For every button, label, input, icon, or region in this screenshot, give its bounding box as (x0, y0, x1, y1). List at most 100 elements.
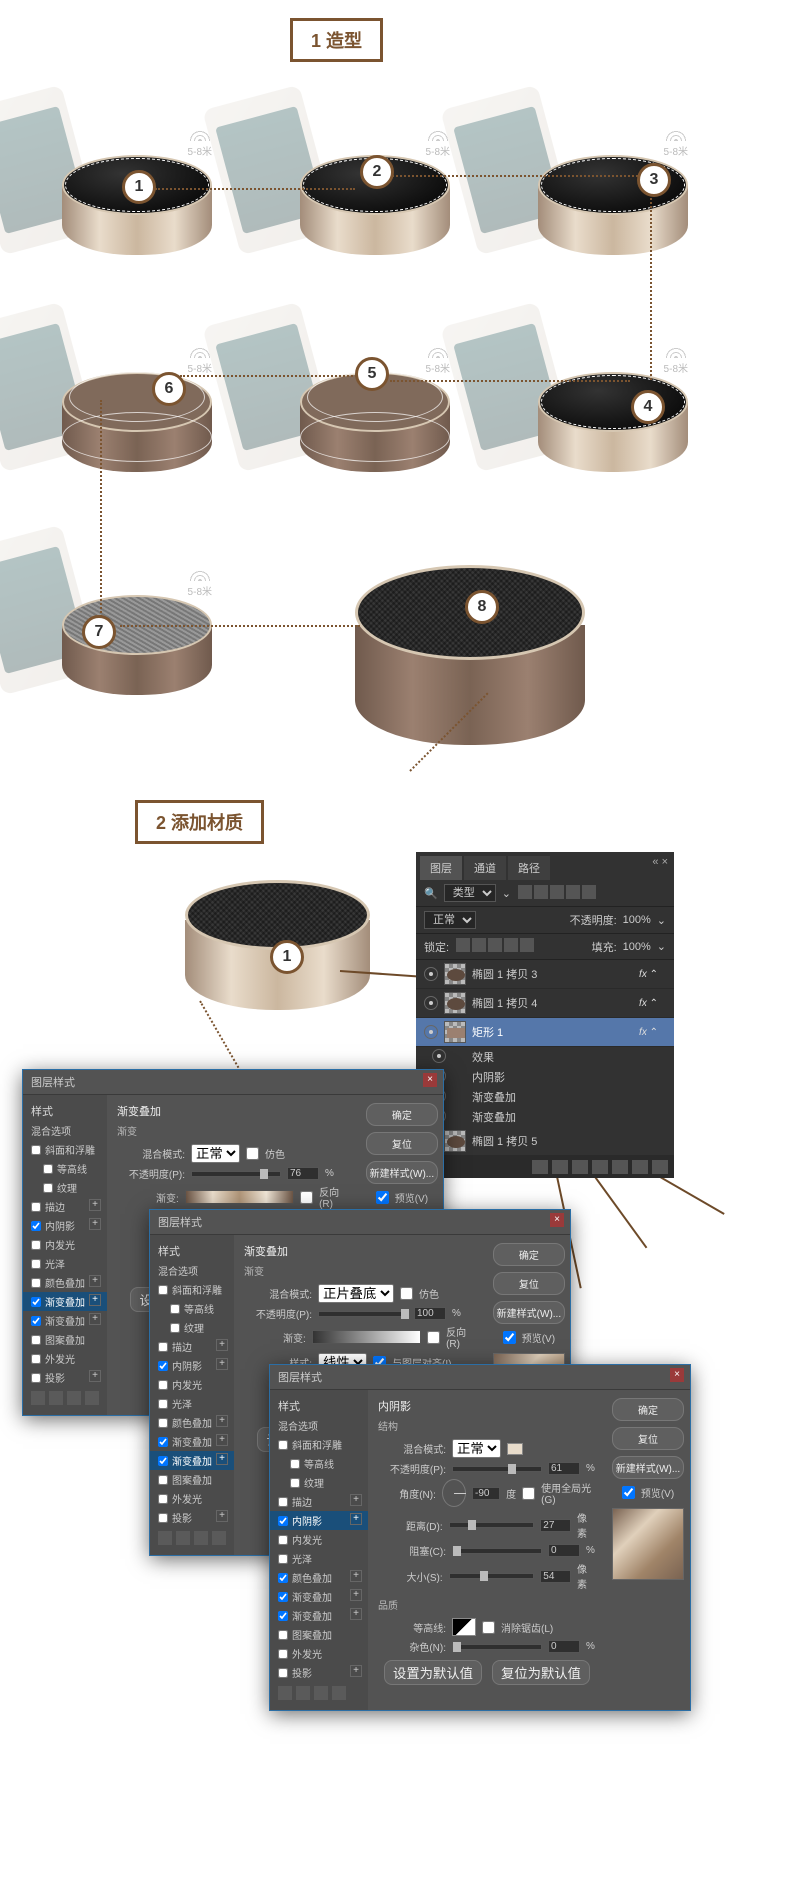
checkbox[interactable] (43, 1164, 53, 1174)
checkbox[interactable] (170, 1323, 180, 1333)
noise-value[interactable]: 0 (548, 1640, 580, 1653)
effect-gradient-overlay[interactable]: 渐变叠加+ (270, 1606, 368, 1625)
effect-pattern-overlay[interactable]: 图案叠加 (150, 1470, 234, 1489)
effect-satin[interactable]: 光泽 (270, 1549, 368, 1568)
trash-icon[interactable] (332, 1686, 346, 1700)
effect-inner-shadow-sel[interactable]: 内阴影+ (270, 1511, 368, 1530)
plus-icon[interactable]: + (350, 1608, 362, 1620)
layer-row[interactable]: 椭圆 1 拷贝 4 fx (416, 989, 674, 1018)
fx-icon[interactable] (158, 1531, 172, 1545)
choke-slider[interactable] (452, 1548, 542, 1554)
opacity-value[interactable]: 76 (287, 1167, 319, 1180)
size-slider[interactable] (449, 1573, 535, 1579)
checkbox[interactable] (158, 1418, 168, 1428)
plus-icon[interactable]: + (350, 1494, 362, 1506)
effect-satin[interactable]: 光泽 (23, 1254, 107, 1273)
checkbox[interactable] (31, 1373, 41, 1383)
effect-inner-glow[interactable]: 内发光 (270, 1530, 368, 1549)
effect-outer-glow[interactable]: 外发光 (23, 1349, 107, 1368)
effect-gradient-overlay[interactable]: 渐变叠加+ (270, 1587, 368, 1606)
plus-icon[interactable]: + (350, 1570, 362, 1582)
plus-icon[interactable]: + (89, 1294, 101, 1306)
checkbox[interactable] (278, 1573, 288, 1583)
plus-icon[interactable]: + (350, 1665, 362, 1677)
effect-item[interactable]: 渐变叠加 (416, 1107, 674, 1127)
plus-icon[interactable]: + (216, 1358, 228, 1370)
checkbox[interactable] (158, 1494, 168, 1504)
trash-icon[interactable] (85, 1391, 99, 1405)
effect-outer-glow[interactable]: 外发光 (150, 1489, 234, 1508)
visibility-eye-icon[interactable] (424, 967, 438, 981)
plus-icon[interactable]: + (350, 1513, 362, 1525)
distance-slider[interactable] (449, 1522, 535, 1528)
checkbox[interactable] (158, 1380, 168, 1390)
layer-style-dialog-3[interactable]: 图层样式 × 样式 混合选项 斜面和浮雕 等高线 纹理 描边+ 内阴影+ 内发光… (270, 1365, 690, 1710)
plus-icon[interactable]: + (216, 1339, 228, 1351)
angle-dial[interactable] (442, 1479, 466, 1507)
effect-texture[interactable]: 纹理 (150, 1318, 234, 1337)
plus-icon[interactable]: + (89, 1313, 101, 1325)
checkbox[interactable] (31, 1259, 41, 1269)
ok-button[interactable]: 确定 (612, 1398, 684, 1421)
blend-mode-select[interactable]: 正片叠底 (318, 1284, 394, 1303)
preview-check[interactable] (376, 1191, 389, 1204)
effect-stroke[interactable]: 描边+ (150, 1337, 234, 1356)
checkbox[interactable] (158, 1437, 168, 1447)
layer-row[interactable]: 椭圆 1 拷贝 5 (416, 1127, 674, 1156)
visibility-eye-icon[interactable] (424, 1025, 438, 1039)
blend-options-item[interactable]: 混合选项 (150, 1261, 234, 1280)
down-icon[interactable] (314, 1686, 328, 1700)
checkbox[interactable] (31, 1354, 41, 1364)
fx-icon[interactable] (552, 1160, 568, 1174)
effect-item[interactable]: 内阴影 (416, 1067, 674, 1087)
effect-stroke[interactable]: 描边+ (23, 1197, 107, 1216)
anti-alias-check[interactable] (482, 1621, 495, 1634)
effect-drop-shadow[interactable]: 投影+ (23, 1368, 107, 1387)
noise-slider[interactable] (452, 1644, 542, 1650)
dither-check[interactable] (400, 1287, 413, 1300)
filter-kind-select[interactable]: 类型 (444, 884, 496, 902)
checkbox[interactable] (278, 1668, 288, 1678)
effect-stroke[interactable]: 描边+ (270, 1492, 368, 1511)
effect-texture[interactable]: 纹理 (270, 1473, 368, 1492)
checkbox[interactable] (158, 1399, 168, 1409)
effect-color-overlay[interactable]: 颜色叠加+ (23, 1273, 107, 1292)
effect-gradient-overlay[interactable]: 渐变叠加+ (150, 1432, 234, 1451)
checkbox[interactable] (43, 1183, 53, 1193)
checkbox[interactable] (31, 1297, 41, 1307)
layer-row[interactable]: 椭圆 1 拷贝 3 fx (416, 960, 674, 989)
fx-indicator[interactable]: fx (639, 1027, 658, 1038)
effect-item[interactable]: 渐变叠加 (416, 1087, 674, 1107)
cancel-button[interactable]: 复位 (493, 1272, 565, 1295)
chevron-down-icon[interactable]: ⌄ (657, 940, 666, 953)
ok-button[interactable]: 确定 (493, 1243, 565, 1266)
visibility-eye-icon[interactable] (424, 996, 438, 1010)
plus-icon[interactable]: + (89, 1218, 101, 1230)
effect-inner-glow[interactable]: 内发光 (150, 1375, 234, 1394)
preview-check[interactable] (622, 1486, 635, 1499)
checkbox[interactable] (158, 1285, 168, 1295)
blend-options-item[interactable]: 混合选项 (270, 1416, 368, 1435)
global-light-check[interactable] (522, 1487, 535, 1500)
checkbox[interactable] (158, 1456, 168, 1466)
plus-icon[interactable]: + (89, 1370, 101, 1382)
contour-picker[interactable] (452, 1618, 476, 1636)
checkbox[interactable] (290, 1459, 300, 1469)
close-icon[interactable]: × (670, 1368, 684, 1382)
new-style-button[interactable]: 新建样式(W)... (493, 1301, 565, 1324)
blend-options-item[interactable]: 混合选项 (23, 1121, 107, 1140)
checkbox[interactable] (31, 1240, 41, 1250)
close-icon[interactable]: × (550, 1213, 564, 1227)
checkbox[interactable] (278, 1497, 288, 1507)
effect-inner-glow[interactable]: 内发光 (23, 1235, 107, 1254)
reverse-check[interactable] (300, 1191, 313, 1204)
plus-icon[interactable]: + (350, 1589, 362, 1601)
effect-inner-shadow[interactable]: 内阴影+ (23, 1216, 107, 1235)
effect-bevel[interactable]: 斜面和浮雕 (150, 1280, 234, 1299)
plus-icon[interactable]: + (89, 1199, 101, 1211)
dialog-titlebar[interactable]: 图层样式 × (270, 1365, 690, 1390)
new-style-button[interactable]: 新建样式(W)... (366, 1161, 438, 1184)
plus-icon[interactable]: + (216, 1510, 228, 1522)
effect-contour[interactable]: 等高线 (23, 1159, 107, 1178)
dialog-titlebar[interactable]: 图层样式 × (150, 1210, 570, 1235)
